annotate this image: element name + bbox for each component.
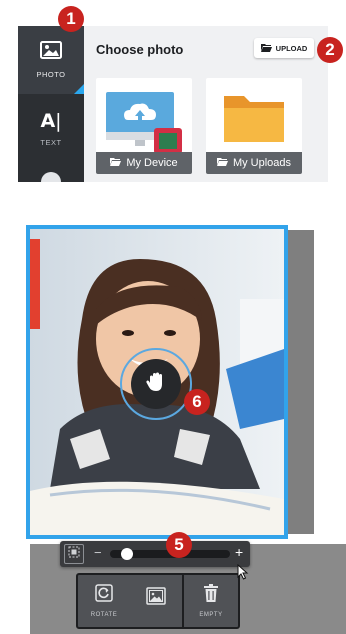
fit-frame-button[interactable] [64,544,84,564]
tool-label: EMPTY [199,612,223,618]
image-replace-icon [146,587,166,610]
step-marker-5: 5 [166,532,192,558]
tile-my-device[interactable]: My Device [96,78,192,174]
tile-label-bar: My Uploads [206,152,302,174]
zoom-toolbar: − + [60,541,250,567]
move-handle[interactable] [131,359,181,409]
hand-icon [145,371,167,398]
replace-image-button[interactable] [130,575,182,627]
mouse-cursor-icon [237,563,249,585]
rotate-button[interactable]: ROTATE [78,575,130,627]
fit-frame-icon [68,545,80,563]
rotate-icon [95,584,113,607]
side-rail: PHOTO A| TEXT [18,26,84,182]
empty-button[interactable]: EMPTY [184,575,238,627]
photo-tools: ROTATE EMPTY [76,573,240,629]
adjacent-frame [288,230,314,534]
zoom-out-button[interactable]: − [94,545,102,560]
image-icon [40,41,62,64]
step-marker-2: 2 [317,37,343,63]
panel-title: Choose photo [96,42,184,57]
tile-label: My Uploads [232,157,292,169]
trash-icon [203,584,219,607]
tile-label-bar: My Device [96,152,192,174]
monitor-cloud-icon [102,88,186,159]
active-indicator [74,84,84,94]
text-cursor-icon: A| [40,109,62,132]
folder-open-icon [216,157,228,169]
upload-button[interactable]: UPLOAD [254,38,314,58]
step-marker-6: 6 [184,389,210,415]
tile-label: My Device [126,157,178,169]
step-marker-1: 1 [58,6,84,32]
sidebar-item-label: TEXT [40,137,62,147]
zoom-slider-thumb[interactable] [120,548,133,560]
folder-open-icon [110,157,122,169]
zoom-in-button[interactable]: + [235,544,243,560]
sidebar-item-label: PHOTO [36,70,66,79]
sidebar-item-partial[interactable] [41,172,61,182]
screen: PHOTO A| TEXT Choose photo UPLOAD My Dev… [0,0,346,634]
folder-open-icon [260,43,272,54]
folder-icon [220,90,288,151]
upload-label: UPLOAD [275,43,308,53]
tool-label: ROTATE [90,612,118,618]
sidebar-item-text[interactable]: A| TEXT [18,94,84,162]
tile-my-uploads[interactable]: My Uploads [206,78,302,174]
photo-panel: PHOTO A| TEXT Choose photo UPLOAD My Dev… [18,26,328,182]
sidebar-item-photo[interactable]: PHOTO [18,26,84,94]
